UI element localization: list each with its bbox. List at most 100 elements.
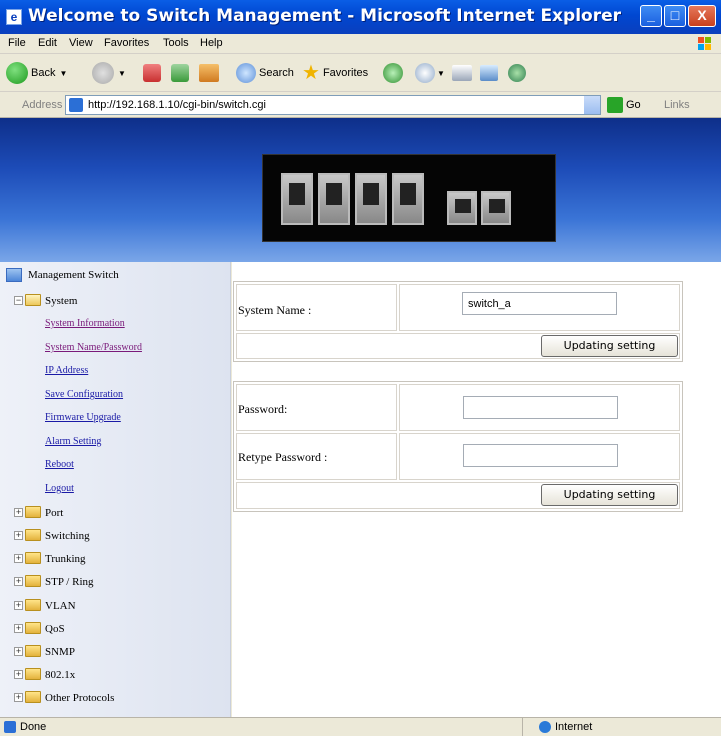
media-icon — [383, 63, 403, 84]
stop-icon — [143, 64, 161, 83]
close-button[interactable]: X — [688, 5, 716, 27]
edit-page-button[interactable] — [480, 61, 498, 85]
menu-edit[interactable]: Edit — [38, 37, 57, 49]
folder-icon — [25, 506, 41, 518]
menu-view[interactable]: View — [69, 37, 93, 49]
expand-icon[interactable]: + — [14, 554, 23, 563]
expand-icon[interactable]: + — [14, 670, 23, 679]
expand-icon[interactable]: + — [14, 577, 23, 586]
expand-icon[interactable]: + — [14, 693, 23, 702]
link-ip-address[interactable]: IP Address — [45, 365, 88, 376]
tree-node-label: Other Protocols — [45, 692, 115, 704]
folder-icon — [25, 599, 41, 611]
link-system-information[interactable]: System Information — [45, 318, 125, 329]
link-system-name-password[interactable]: System Name/Password — [45, 342, 142, 353]
maximize-button[interactable]: □ — [664, 5, 686, 27]
address-input[interactable]: http://192.168.1.10/cgi-bin/switch.cgi — [65, 95, 601, 115]
forward-arrow-icon — [92, 62, 114, 85]
rj45-port-icon — [447, 191, 477, 225]
address-url: http://192.168.1.10/cgi-bin/switch.cgi — [88, 99, 266, 111]
page-icon — [69, 98, 83, 112]
expand-icon[interactable]: + — [14, 624, 23, 633]
tree-node-label: VLAN — [45, 600, 76, 612]
folder-open-icon — [25, 294, 41, 306]
computer-icon — [6, 268, 22, 282]
update-password-button[interactable]: Updating setting — [541, 484, 678, 506]
rj45-port-icon — [355, 173, 387, 225]
security-zone: Internet — [522, 718, 721, 736]
messenger-button[interactable] — [508, 61, 526, 85]
folder-icon — [25, 645, 41, 657]
tree-node-label: Trunking — [45, 553, 86, 565]
menu-file[interactable]: File — [8, 37, 26, 49]
back-button[interactable]: Back ▼ — [6, 61, 67, 85]
system-name-label: System Name : — [238, 303, 312, 317]
link-alarm-setting[interactable]: Alarm Setting — [45, 436, 101, 447]
back-label: Back — [31, 67, 56, 80]
folder-icon — [25, 552, 41, 564]
search-label: Search — [259, 67, 294, 80]
rj45-port-icon — [281, 173, 313, 225]
ie-app-icon[interactable]: e — [6, 9, 22, 25]
title-bar: e Welcome to Switch Management - Microso… — [0, 0, 721, 34]
folder-icon — [25, 668, 41, 680]
windows-logo-icon — [698, 37, 711, 50]
mail-button[interactable]: ▼ — [415, 61, 445, 85]
go-button[interactable]: Go — [626, 99, 641, 111]
system-name-input[interactable] — [462, 292, 617, 315]
tree-node-label: System — [45, 295, 78, 307]
minimize-button[interactable]: _ — [640, 5, 662, 27]
folder-icon — [25, 529, 41, 541]
rj45-port-icon — [481, 191, 511, 225]
tree-node-label: 802.1x — [45, 669, 76, 681]
switch-banner — [0, 118, 721, 262]
expand-icon[interactable]: + — [14, 531, 23, 540]
expand-icon[interactable]: + — [14, 601, 23, 610]
menu-favorites[interactable]: Favorites — [104, 37, 149, 49]
stop-button[interactable] — [143, 61, 161, 85]
print-button[interactable] — [452, 61, 472, 85]
links-button[interactable]: Links — [664, 99, 690, 111]
expand-icon[interactable]: + — [14, 647, 23, 656]
collapse-icon[interactable]: − — [14, 296, 23, 305]
menu-bar: File Edit View Favorites Tools Help — [0, 34, 721, 54]
forward-dropdown-icon[interactable]: ▼ — [118, 69, 126, 78]
search-button[interactable]: Search — [236, 61, 294, 85]
expand-icon[interactable]: + — [14, 508, 23, 517]
refresh-button[interactable] — [171, 61, 189, 85]
go-arrow-icon[interactable] — [607, 97, 623, 113]
zone-label: Internet — [555, 721, 593, 733]
mail-icon — [415, 63, 435, 84]
tree-node-label: Port — [45, 507, 64, 519]
tree-node-label: SNMP — [45, 646, 75, 658]
address-label: Address — [22, 99, 63, 111]
refresh-icon — [171, 64, 189, 83]
home-button[interactable] — [199, 61, 219, 85]
media-button[interactable] — [383, 61, 403, 85]
link-reboot[interactable]: Reboot — [45, 459, 74, 470]
password-label: Password: — [238, 402, 288, 416]
menu-tools[interactable]: Tools — [163, 37, 189, 49]
address-bar: Address http://192.168.1.10/cgi-bin/swit… — [0, 92, 721, 118]
back-dropdown-icon[interactable]: ▼ — [59, 69, 67, 78]
edit-icon — [480, 65, 498, 82]
favorites-button[interactable]: ★ Favorites — [302, 61, 368, 85]
link-firmware-upgrade[interactable]: Firmware Upgrade — [45, 412, 121, 423]
tree-node-label: Switching — [45, 530, 90, 542]
update-system-name-button[interactable]: Updating setting — [541, 335, 678, 357]
retype-password-label: Retype Password : — [238, 450, 328, 464]
window-title: Welcome to Switch Management - Microsoft… — [28, 6, 621, 26]
link-logout[interactable]: Logout — [45, 483, 74, 494]
forward-button[interactable]: ▼ — [92, 61, 126, 85]
switch-front-panel-image — [262, 154, 556, 242]
tree-node-label: STP / Ring — [45, 576, 94, 588]
link-save-configuration[interactable]: Save Configuration — [45, 389, 123, 400]
mail-dropdown-icon[interactable]: ▼ — [437, 69, 445, 78]
password-input[interactable] — [463, 396, 618, 419]
address-dropdown-icon[interactable] — [584, 96, 600, 114]
retype-password-input[interactable] — [463, 444, 618, 467]
folder-icon — [25, 691, 41, 703]
menu-help[interactable]: Help — [200, 37, 223, 49]
search-icon — [236, 63, 256, 84]
folder-icon — [25, 575, 41, 587]
